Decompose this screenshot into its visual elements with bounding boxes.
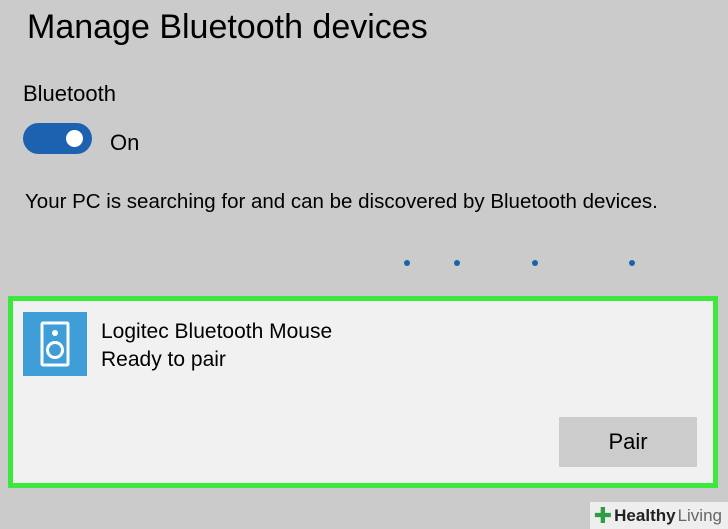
- watermark-brand-bold: Healthy: [614, 505, 676, 525]
- device-name: Logitec Bluetooth Mouse: [101, 320, 333, 343]
- device-list-item[interactable]: Logitec Bluetooth Mouse Ready to pair Pa…: [8, 296, 718, 488]
- speaker-icon: [23, 312, 87, 376]
- progress-dot: [532, 260, 538, 266]
- page-title: Manage Bluetooth devices: [27, 8, 428, 46]
- pair-button[interactable]: Pair: [559, 417, 697, 467]
- device-status: Ready to pair: [101, 348, 226, 371]
- watermark-brand-light: Living: [677, 505, 722, 525]
- bluetooth-label: Bluetooth: [23, 81, 116, 106]
- toggle-state-label: On: [110, 130, 140, 155]
- progress-dot: [454, 260, 460, 266]
- bluetooth-toggle[interactable]: [23, 123, 92, 154]
- progress-dot: [404, 260, 410, 266]
- watermark-logo: ✚ Healthy Living: [589, 502, 728, 529]
- progress-dot: [629, 260, 635, 266]
- toggle-knob: [66, 130, 83, 147]
- plus-icon: ✚: [593, 502, 613, 528]
- searching-status-text: Your PC is searching for and can be disc…: [25, 190, 658, 213]
